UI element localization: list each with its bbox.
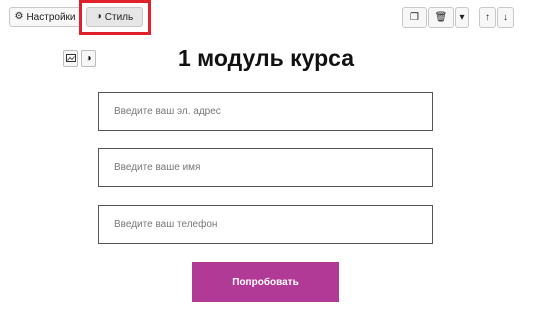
arrow-up-icon: ↑ [485, 11, 490, 23]
settings-label: Настройки [26, 11, 76, 23]
page-title: 1 модуль курса [177, 45, 355, 71]
phone-field[interactable]: Введите ваш телефон [98, 205, 433, 244]
arrow-down-icon: ↓ [503, 11, 508, 23]
email-field[interactable]: Введите ваш эл. адрес [98, 92, 433, 131]
submit-label: Попробовать [232, 276, 299, 288]
contrast-icon: ◑ [85, 52, 92, 64]
image-tool-button[interactable] [63, 50, 78, 67]
selection-highlight [79, 0, 151, 35]
email-placeholder: Введите ваш эл. адрес [114, 106, 221, 117]
more-dropdown-button[interactable]: ▾ [455, 7, 469, 28]
settings-button[interactable]: ⚙ Настройки [9, 7, 81, 27]
copy-button[interactable]: ❐ [402, 7, 427, 28]
trash-icon: 🗑 [434, 11, 448, 23]
gear-icon: ⚙ [14, 11, 24, 22]
move-up-button[interactable]: ↑ [479, 7, 496, 28]
submit-button[interactable]: Попробовать [192, 262, 339, 302]
image-icon [65, 50, 76, 68]
name-field[interactable]: Введите ваше имя [98, 148, 433, 187]
move-down-button[interactable]: ↓ [497, 7, 514, 28]
delete-button[interactable]: 🗑 [428, 7, 454, 28]
phone-placeholder: Введите ваш телефон [114, 219, 218, 230]
name-placeholder: Введите ваше имя [114, 162, 201, 173]
contrast-tool-button[interactable]: ◑ [81, 50, 96, 67]
caret-down-icon: ▾ [459, 11, 465, 23]
copy-icon: ❐ [410, 11, 419, 23]
